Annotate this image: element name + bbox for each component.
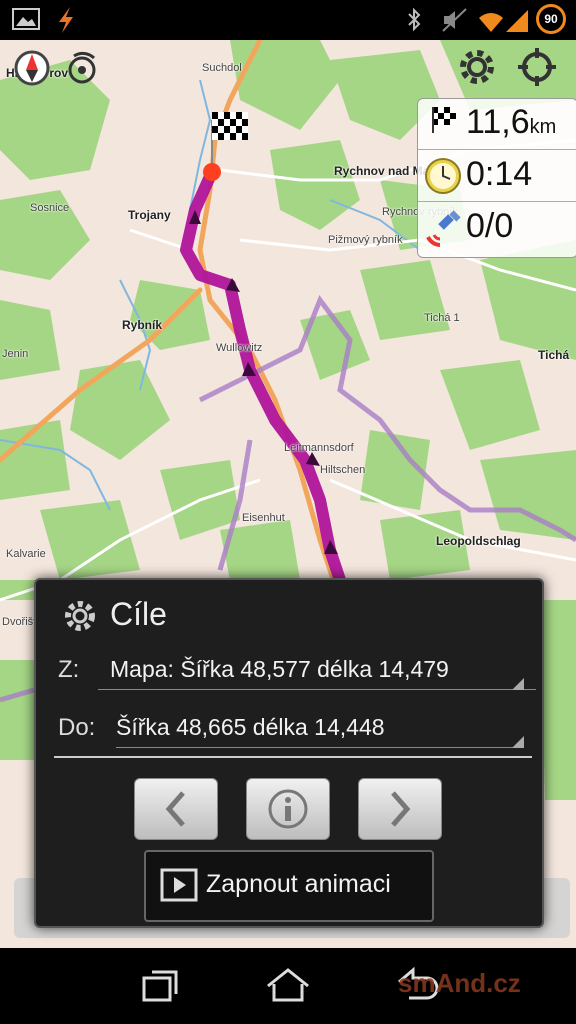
satellites-row: 0/0 — [418, 203, 576, 253]
gear-icon — [62, 598, 98, 638]
recent-apps-icon[interactable] — [130, 962, 190, 1010]
play-icon — [160, 868, 198, 906]
map-label: Hiltschen — [320, 464, 366, 476]
map-label: Suchdol — [202, 62, 242, 74]
map-label: Leitmannsdorf — [284, 442, 354, 454]
from-dropdown-indicator — [512, 678, 524, 690]
dialog-title: Cíle — [110, 596, 167, 632]
time-value: 0:14 — [466, 155, 533, 193]
dialog-divider — [54, 756, 532, 758]
mute-icon — [440, 6, 470, 38]
map-label: Tichá 1 — [424, 312, 460, 324]
map-label: Kalvarie — [6, 548, 46, 560]
watermark: smAnd.cz — [398, 968, 521, 998]
signal-icon — [504, 6, 530, 38]
previous-button[interactable] — [134, 778, 218, 840]
battery-icon: 90 — [536, 4, 566, 34]
info-icon — [268, 789, 308, 829]
status-bar: 90 — [0, 0, 576, 40]
from-field[interactable]: Mapa: Šířka 48,577 délka 14,479 — [98, 656, 536, 690]
start-animation-button[interactable]: Zapnout animaci — [144, 850, 434, 922]
to-label: Do: — [58, 714, 96, 741]
route-info-panel: 11,6km 0:14 0/0 — [417, 98, 576, 258]
to-dropdown-indicator — [512, 736, 524, 748]
map-label: Tichá — [538, 348, 570, 362]
map-label: Eisenhut — [242, 512, 285, 524]
start-animation-label: Zapnout animaci — [206, 870, 391, 898]
system-nav-bar: smAnd.cz — [0, 948, 576, 1024]
distance-value: 11,6 — [466, 103, 530, 141]
distance-row: 11,6km — [418, 99, 576, 150]
wifi-icon — [476, 6, 506, 38]
map-label: Sosnice — [30, 202, 70, 214]
to-field[interactable]: Šířka 48,665 délka 14,448 — [116, 714, 524, 748]
image-icon — [12, 8, 40, 30]
map-label: Trojany — [128, 208, 171, 222]
next-button[interactable] — [358, 778, 442, 840]
to-value: Šířka 48,665 délka 14,448 — [116, 714, 385, 740]
map-label: Rybník — [122, 318, 163, 332]
map-label: Pižmový rybník — [328, 234, 403, 246]
from-label: Z: — [58, 656, 80, 683]
from-value: Mapa: Šířka 48,577 délka 14,479 — [110, 656, 449, 682]
time-row: 0:14 — [418, 151, 576, 202]
distance-readout: 11,6km — [466, 103, 556, 142]
home-icon[interactable] — [258, 962, 318, 1010]
satellites-value: 0/0 — [466, 207, 514, 245]
chevron-right-icon — [391, 791, 411, 827]
info-button[interactable] — [246, 778, 330, 840]
bluetooth-icon — [404, 6, 424, 38]
map-label: Leopoldschlag — [436, 534, 521, 548]
destinations-dialog: Cíle Z: Mapa: Šířka 48,577 délka 14,479 … — [34, 578, 544, 928]
chevron-left-icon — [165, 791, 185, 827]
distance-unit: km — [529, 116, 557, 138]
flash-icon — [56, 6, 76, 38]
map-label: Wullowitz — [216, 342, 263, 354]
map-label: Jenin — [2, 348, 29, 360]
battery-level: 90 — [544, 12, 558, 26]
